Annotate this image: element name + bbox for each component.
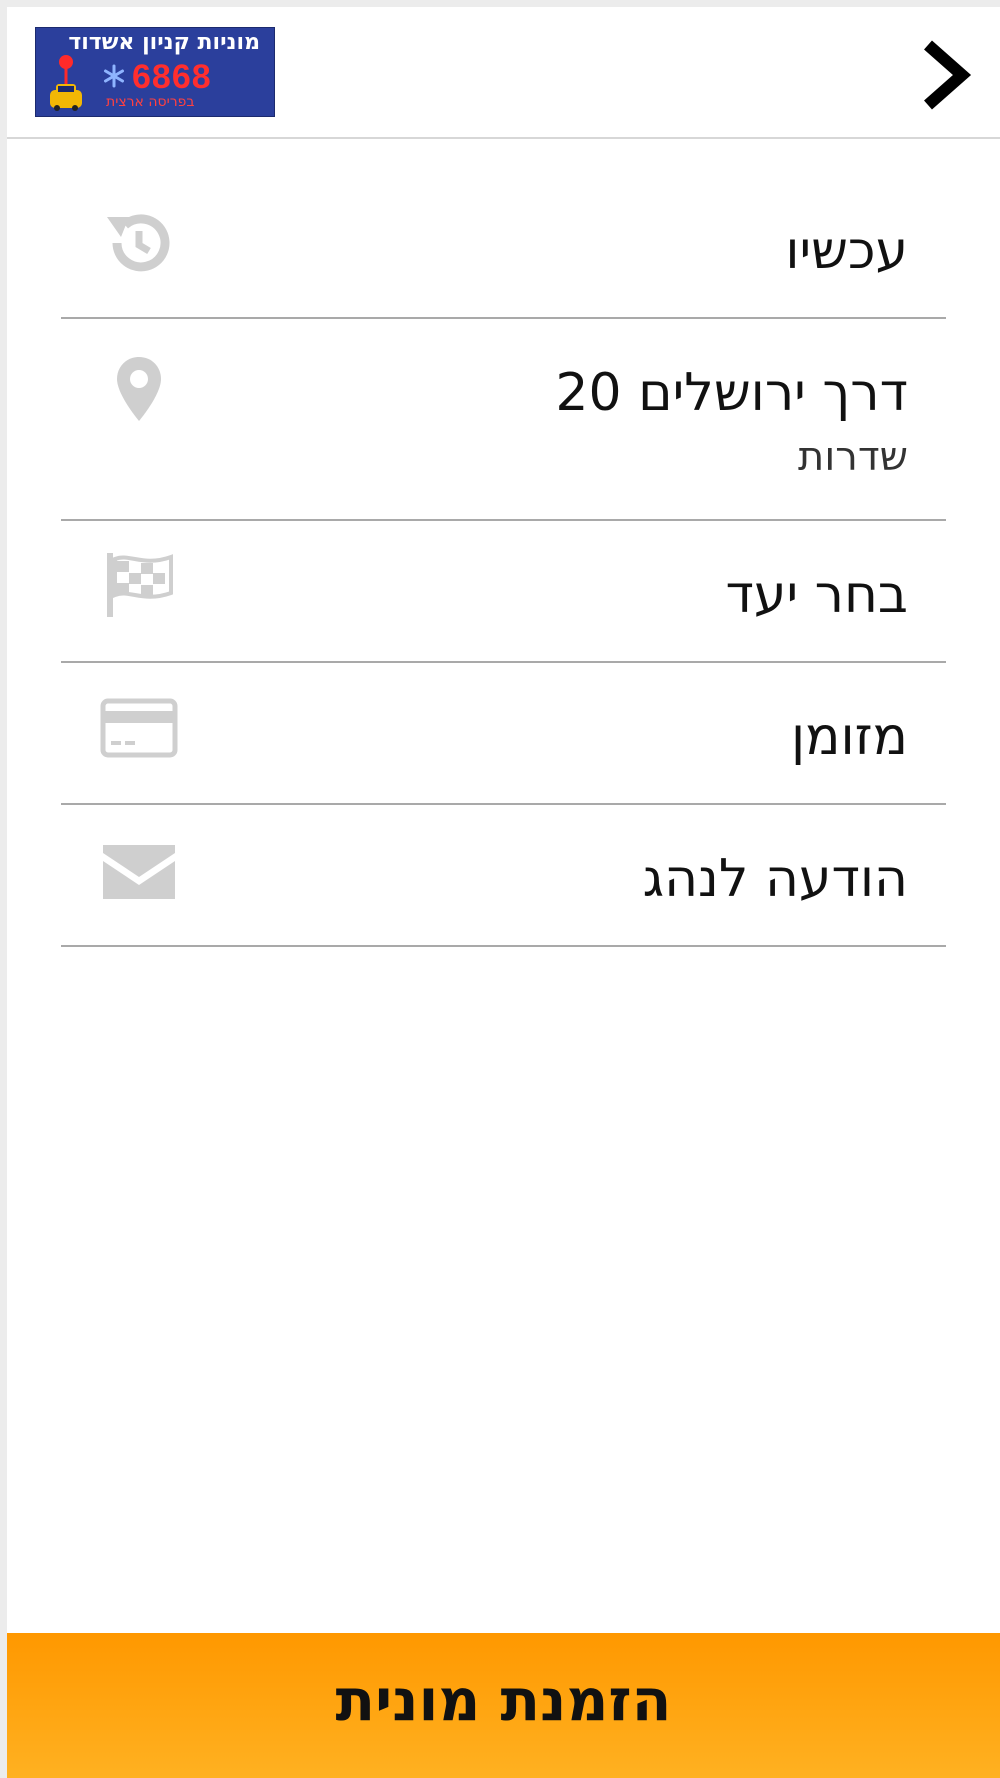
- header-bar: מוניות קניון אשדוד 6868 בפריסה ארצית: [7, 7, 1000, 139]
- driver-message-row[interactable]: הודעה לנהג: [61, 805, 946, 947]
- logo-phone-number: 6868: [132, 58, 212, 96]
- pickup-city-label: שדרות: [798, 434, 908, 480]
- driver-message-label: הודעה לנהג: [642, 849, 908, 909]
- back-button[interactable]: [918, 37, 974, 113]
- pickup-time-label: עכשיו: [785, 221, 908, 281]
- pickup-street-label: דרך ירושלים 20: [555, 363, 908, 423]
- taxi-car-icon: [50, 55, 82, 111]
- pickup-time-row[interactable]: עכשיו: [61, 187, 946, 319]
- logo-company-name: מוניות קניון אשדוד: [68, 30, 260, 55]
- order-taxi-button[interactable]: הזמנת מונית: [7, 1633, 1000, 1778]
- company-logo: מוניות קניון אשדוד 6868 בפריסה ארצית: [35, 27, 275, 117]
- payment-method-row[interactable]: מזומן: [61, 663, 946, 805]
- envelope-icon: [103, 845, 175, 899]
- order-taxi-label: הזמנת מונית: [335, 1666, 672, 1734]
- destination-row[interactable]: בחר יעד: [61, 521, 946, 663]
- checkered-flag-icon: [107, 553, 173, 617]
- credit-card-icon: [100, 698, 178, 758]
- pickup-address-row[interactable]: דרך ירושלים 20 שדרות: [61, 319, 946, 521]
- chevron-right-icon: [924, 40, 972, 110]
- destination-label: בחר יעד: [725, 565, 908, 625]
- taxi-order-screen: מוניות קניון אשדוד 6868 בפריסה ארצית עכש…: [7, 7, 1000, 1778]
- history-clock-icon: [107, 214, 170, 272]
- map-pin-icon: [117, 357, 161, 421]
- star-of-life-icon: [104, 64, 124, 88]
- logo-tagline: בפריסה ארצית: [106, 94, 195, 110]
- payment-method-label: מזומן: [791, 707, 908, 767]
